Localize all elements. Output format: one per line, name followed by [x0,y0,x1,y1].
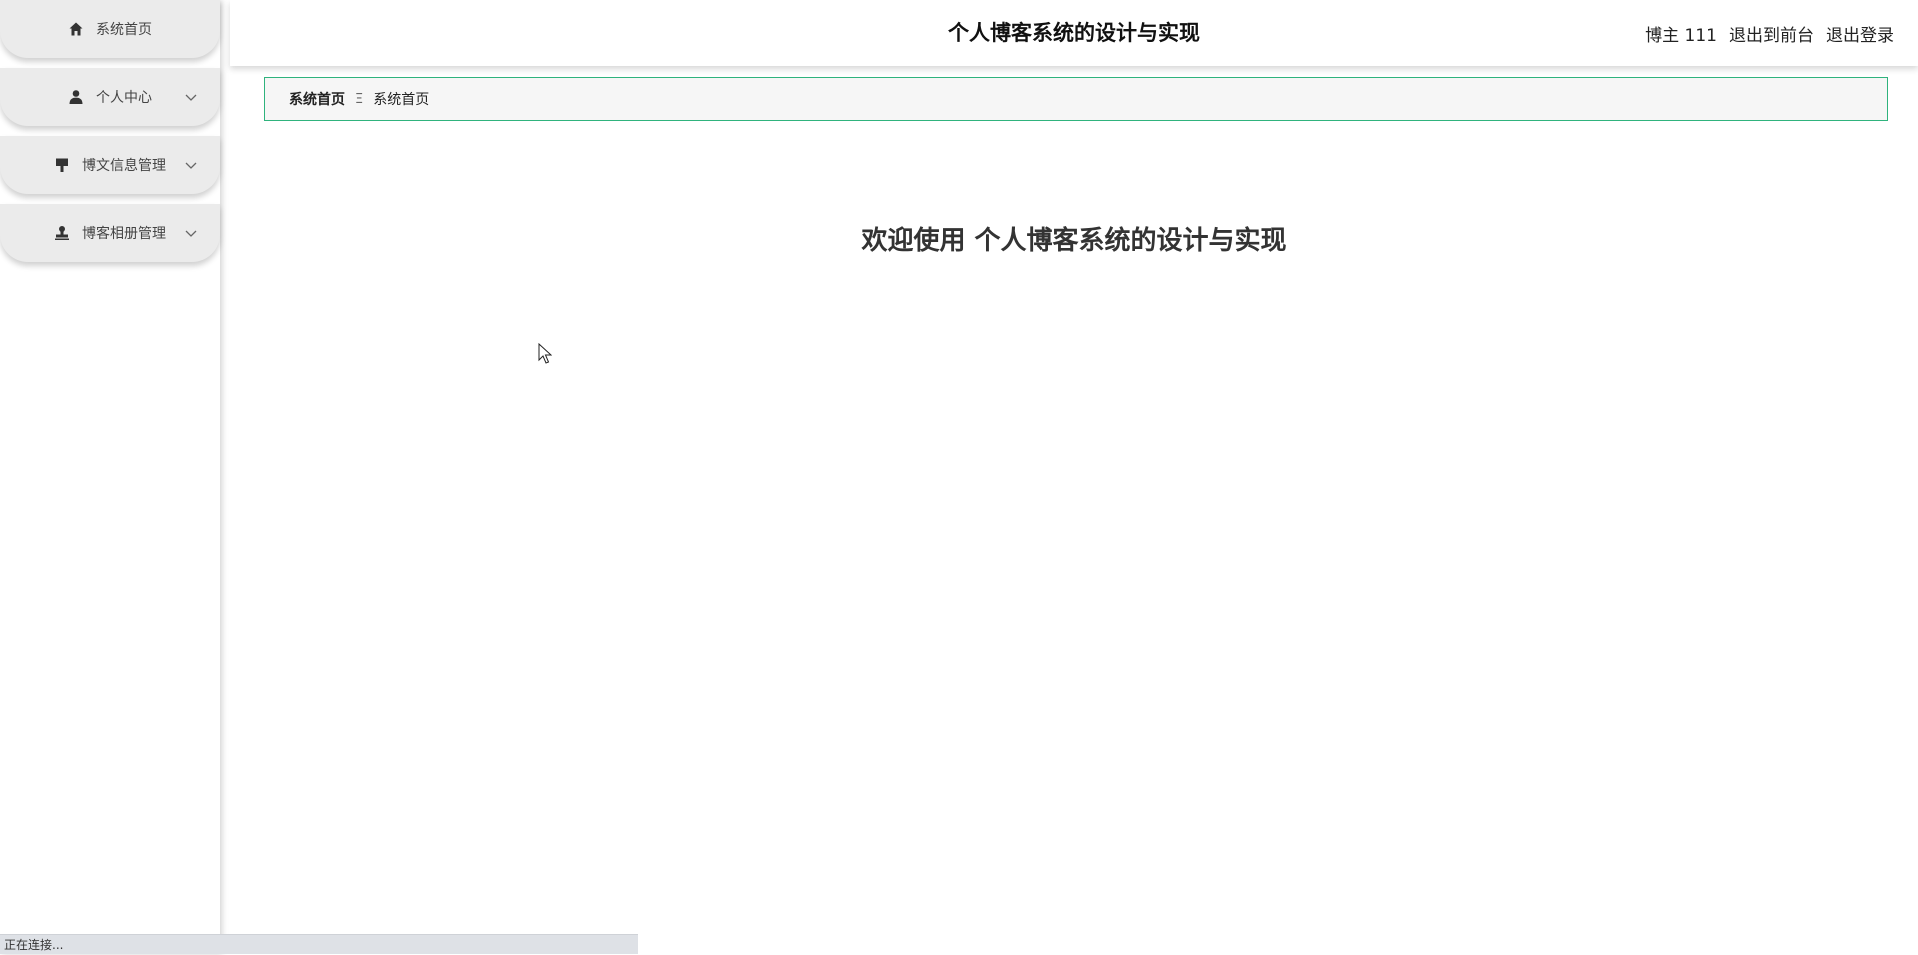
sidebar-item-label: 个人中心 [96,87,152,107]
chevron-down-icon [184,158,198,172]
top-header: 个人博客系统的设计与实现 博主 111 退出到前台 退出登录 [230,0,1918,66]
welcome-heading: 欢迎使用 个人博客系统的设计与实现 [230,220,1918,257]
header-user-area: 博主 111 退出到前台 退出登录 [1645,0,1894,66]
breadcrumb: 系统首页 Ξ 系统首页 [264,77,1888,121]
logout-link[interactable]: 退出登录 [1826,21,1894,46]
user-icon [68,89,84,105]
sidebar-item-blog-albums[interactable]: 博客相册管理 [0,204,220,262]
sidebar-item-label: 博文信息管理 [82,155,166,175]
sidebar-item-label: 系统首页 [96,19,152,39]
home-icon [68,21,84,37]
chevron-down-icon [184,226,198,240]
breadcrumb-separator: Ξ [355,92,363,107]
mouse-cursor-icon [538,343,552,365]
stamp-icon [54,225,70,241]
back-to-front-link[interactable]: 退出到前台 [1729,21,1814,46]
sidebar-item-content: 系统首页 [68,19,152,39]
breadcrumb-home[interactable]: 系统首页 [289,89,345,109]
sidebar-item-label: 博客相册管理 [82,223,166,243]
browser-status-bar: 正在连接... [0,934,638,954]
sidebar: 系统首页 个人中心 博文信息管理 博客相册管理 [0,0,220,954]
sidebar-item-home[interactable]: 系统首页 [0,0,220,58]
sidebar-item-personal-center[interactable]: 个人中心 [0,68,220,126]
chevron-down-icon [184,90,198,104]
sidebar-item-content: 博客相册管理 [54,223,166,243]
sidebar-item-blog-posts[interactable]: 博文信息管理 [0,136,220,194]
paint-brush-icon [54,157,70,173]
breadcrumb-current: 系统首页 [373,89,429,109]
sidebar-item-content: 个人中心 [68,87,152,107]
user-name: 博主 111 [1645,21,1717,46]
sidebar-item-content: 博文信息管理 [54,155,166,175]
